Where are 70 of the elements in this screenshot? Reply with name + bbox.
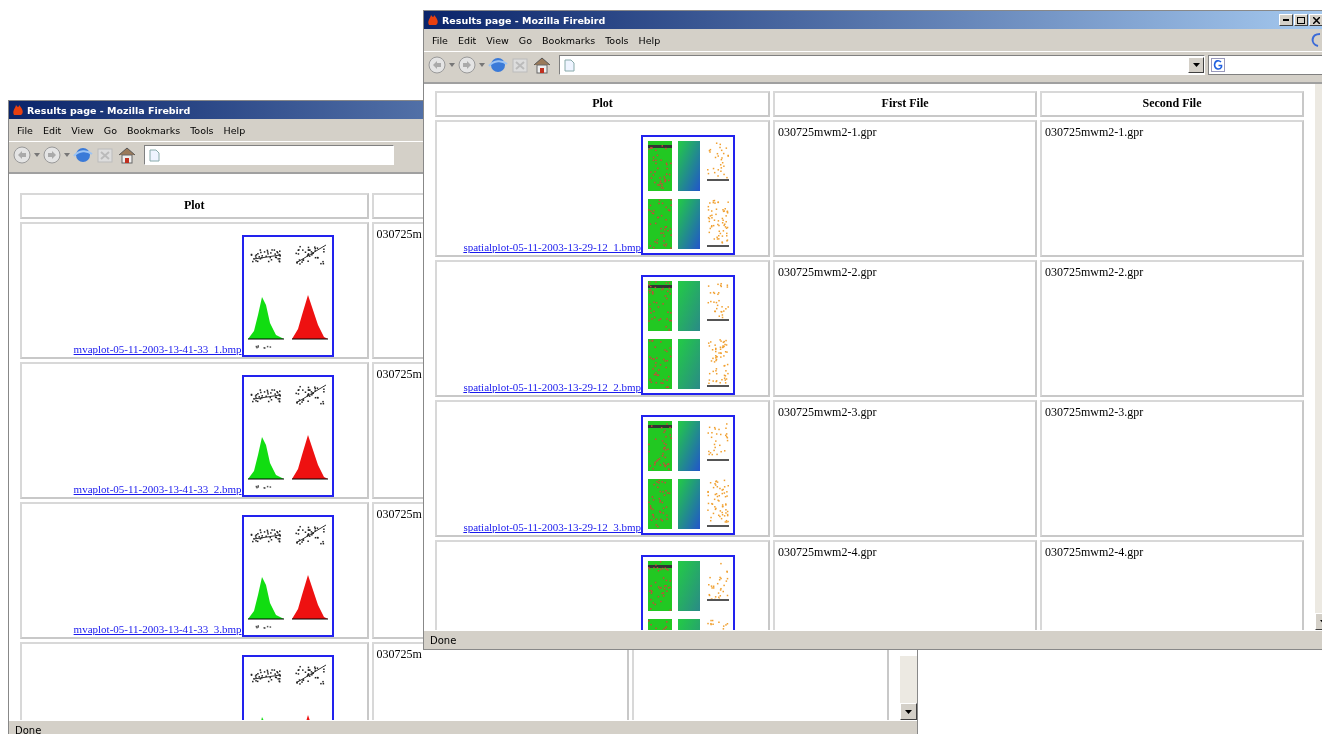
flame-icon <box>12 104 24 116</box>
file-name: 030725m <box>376 227 422 241</box>
status-text: Done <box>15 724 42 734</box>
address-field[interactable] <box>144 145 394 165</box>
file-name: 030725m <box>376 647 422 661</box>
search-engine-icon <box>1211 58 1225 72</box>
down-arrow-icon <box>1192 63 1200 67</box>
file-name: 030725mwm2-4.gpr <box>778 545 877 559</box>
window-title: Results page - Mozilla Firebird <box>27 104 192 116</box>
minimize-button[interactable] <box>1279 14 1293 26</box>
forward-icon[interactable] <box>458 56 476 74</box>
globe-icon[interactable] <box>73 146 93 164</box>
column-header: Plot <box>20 193 369 219</box>
minimize-icon <box>1283 19 1289 21</box>
file-name: 030725mwm2-3.gpr <box>778 405 877 419</box>
menu-item[interactable]: Help <box>634 32 665 48</box>
plot-link[interactable]: spatialplot-05-11-2003-13-29-12_1.bmp <box>463 241 642 253</box>
dropdown-icon[interactable] <box>64 153 70 157</box>
menu-item[interactable]: Edit <box>453 32 481 48</box>
globe-icon[interactable] <box>488 56 508 74</box>
column-header: Plot <box>435 91 771 117</box>
close-icon <box>1312 16 1320 24</box>
menu-item[interactable]: Bookmarks <box>538 32 600 48</box>
search-field[interactable] <box>1208 55 1322 75</box>
file-name: 030725mwm2-2.gpr <box>1045 265 1144 279</box>
maximize-icon <box>1297 16 1305 24</box>
dropdown-icon[interactable] <box>34 153 40 157</box>
plot-link[interactable]: spatialplot-05-11-2003-13-29-12_2.bmp <box>463 381 642 393</box>
page-icon <box>149 148 160 162</box>
plot-link[interactable]: mvaplot-05-11-2003-13-41-33_1.bmp <box>73 343 242 355</box>
menu-item[interactable]: Tools <box>601 32 633 48</box>
dropdown-button[interactable] <box>1188 57 1204 73</box>
menu-item[interactable]: View <box>482 32 513 48</box>
address-field[interactable] <box>559 55 1205 75</box>
menu-item[interactable]: View <box>67 122 98 138</box>
column-header: First File <box>773 91 1038 117</box>
file-name: 030725mwm2-1.gpr <box>778 125 877 139</box>
menu-item[interactable]: Bookmarks <box>123 122 185 138</box>
back-icon[interactable] <box>13 146 31 164</box>
menu-item[interactable]: File <box>428 32 452 48</box>
file-name: 030725m <box>376 367 422 381</box>
home-icon[interactable] <box>117 146 137 164</box>
page-icon <box>564 58 575 72</box>
file-name: 030725m <box>376 507 422 521</box>
status-text: Done <box>430 634 457 646</box>
file-name: 030725mwm2-1.gpr <box>1045 125 1144 139</box>
dropdown-icon[interactable] <box>449 63 455 67</box>
menu-item[interactable]: Go <box>99 122 122 138</box>
menu-item[interactable]: Help <box>219 122 250 138</box>
flame-icon <box>427 14 439 26</box>
scroll-down-button[interactable] <box>900 703 917 720</box>
plot-link[interactable]: mvaplot-05-11-2003-13-41-33_2.bmp <box>73 483 242 495</box>
menu-item[interactable]: Tools <box>186 122 218 138</box>
forward-icon[interactable] <box>43 146 61 164</box>
plot-link[interactable]: spatialplot-05-11-2003-13-29-12_3.bmp <box>463 521 642 533</box>
file-name: 030725mwm2-2.gpr <box>778 265 877 279</box>
dropdown-icon[interactable] <box>479 63 485 67</box>
file-name: 030725mwm2-3.gpr <box>1045 405 1144 419</box>
column-header: Second File <box>1040 91 1304 117</box>
menu-item[interactable]: Edit <box>38 122 66 138</box>
window-title: Results page - Mozilla Firebird <box>442 14 607 26</box>
plot-link[interactable]: mvaplot-05-11-2003-13-41-33_3.bmp <box>73 623 242 635</box>
back-icon[interactable] <box>428 56 446 74</box>
file-name: 030725mwm2-4.gpr <box>1045 545 1144 559</box>
maximize-button[interactable] <box>1294 14 1308 26</box>
down-arrow-icon <box>905 709 912 714</box>
menu-item[interactable]: Go <box>514 32 537 48</box>
close-button[interactable] <box>1309 14 1322 26</box>
home-icon[interactable] <box>532 56 552 74</box>
menu-item[interactable]: File <box>13 122 37 138</box>
